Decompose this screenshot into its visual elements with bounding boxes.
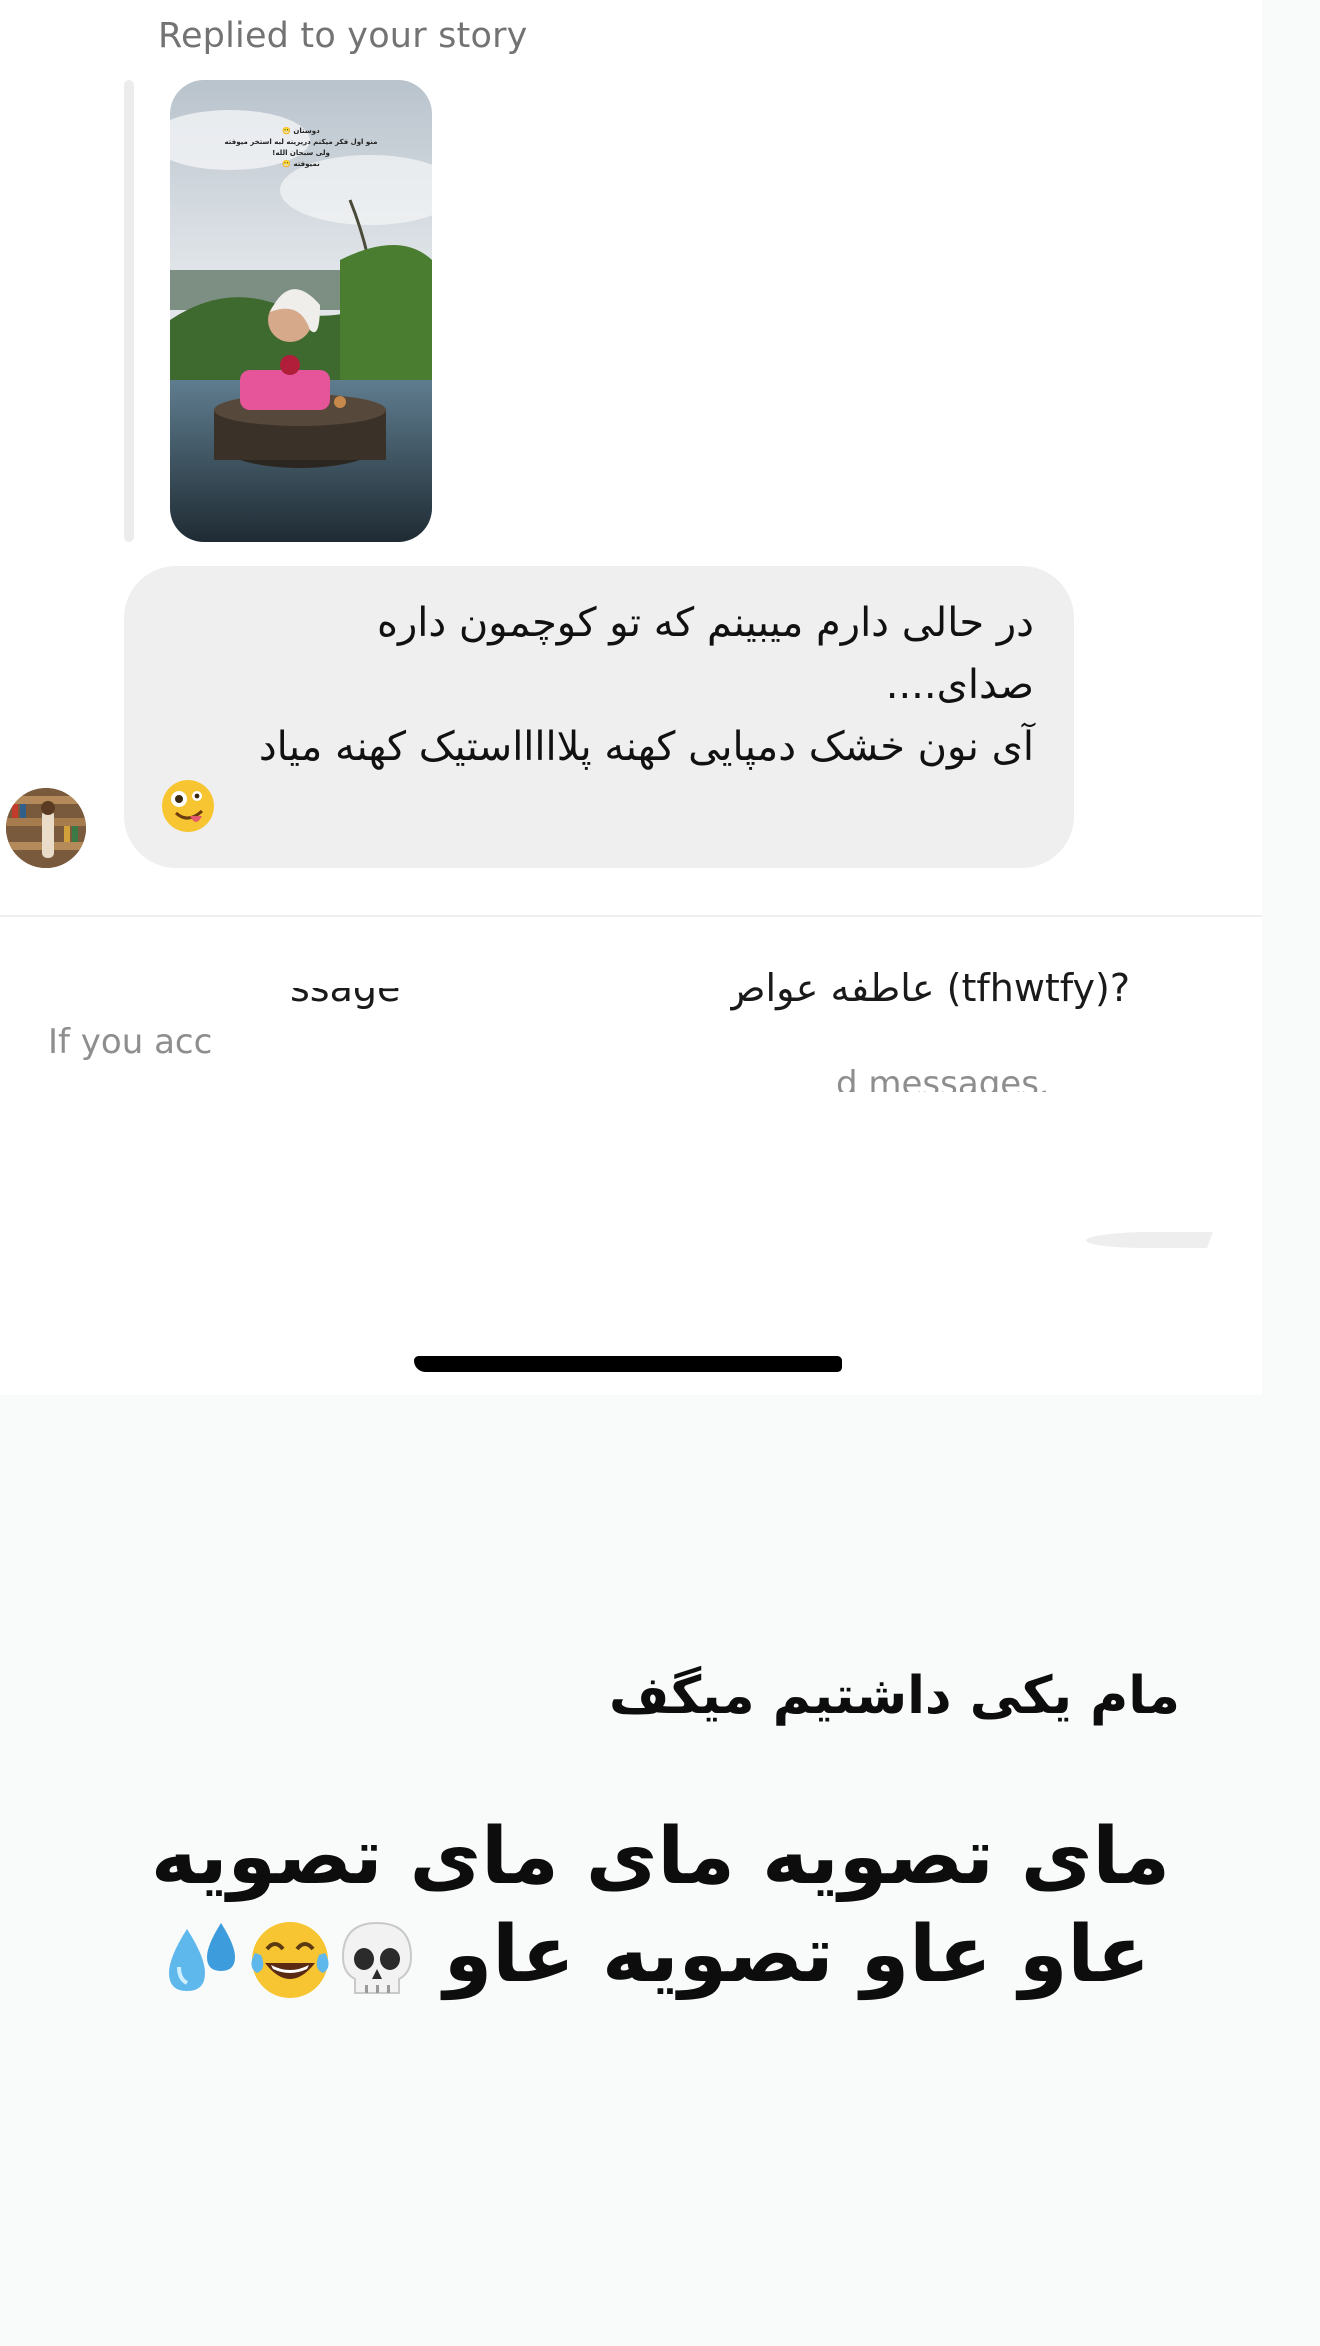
message-line-2: صدای.... [885, 662, 1034, 708]
overlay-text-line-2: مای تصویه مای مای تصویه [150, 1812, 1170, 1902]
dm-thread-panel: Replied to your story دوستان 😬 منو اول ف… [0, 0, 1262, 1395]
message-line-3: آی نون خشک دمپایی کهنه پلاااااستیک کهنه … [258, 724, 1034, 770]
message-text: در حالی دارم میبینم که تو کوچمون داره صد… [160, 592, 1034, 778]
story-thumbnail[interactable]: دوستان 😬 منو اول فکر میکنم دریرینه لبه ا… [170, 80, 432, 542]
fade-mask [222, 1016, 1102, 1056]
overlay-emoji-row [161, 1917, 417, 2003]
home-indicator[interactable] [414, 1356, 842, 1372]
story-caption: دوستان 😬 منو اول فکر میکنم دریرینه لبه ا… [224, 127, 378, 168]
reply-indicator-bar [124, 80, 134, 542]
message-request-body-left: If you acc [48, 1022, 213, 1062]
sweat-droplets-emoji [168, 1922, 235, 1991]
message-line-1: در حالی دارم میبینم که تو کوچمون داره [377, 600, 1034, 646]
message-request-body-right: d messages. [836, 1064, 1050, 1104]
overlay-text-line-3-text: عاو عاو تصویه عاو [443, 1910, 1150, 2000]
skull-emoji [341, 1921, 412, 1994]
message-bubble[interactable]: در حالی دارم میبینم که تو کوچمون داره صد… [124, 566, 1074, 868]
zany-face-emoji [162, 780, 214, 832]
replied-to-story-label: Replied to your story [158, 16, 528, 56]
avatar-image [6, 788, 86, 868]
overlay-text-line-1: مام یکی داشتیم میگف [609, 1666, 1180, 1726]
message-request-sender: عاطفه عواص (tfhwtfy)? [719, 966, 1130, 1010]
divider [0, 915, 1262, 917]
decorative-swoosh [1083, 1232, 1213, 1248]
overlay-text-line-3: عاو عاو تصویه عاو [161, 1910, 1150, 2003]
tears-of-joy-emoji [251, 1921, 329, 1998]
sender-avatar[interactable] [6, 788, 86, 868]
fade-mask [410, 960, 730, 1020]
